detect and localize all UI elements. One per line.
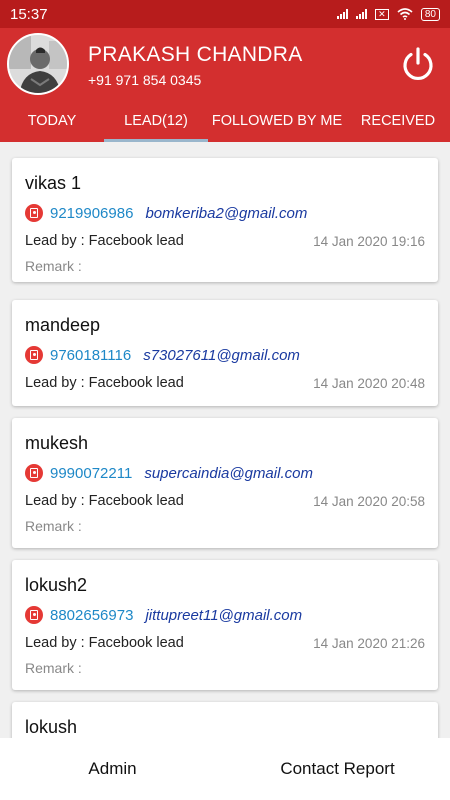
lead-date: 14 Jan 2020 20:58 (313, 494, 425, 509)
signal-icon-2 (355, 9, 367, 19)
contact-row: 9219906986 bomkeriba2@gmail.com (25, 204, 307, 222)
lead-name: lokush (25, 717, 78, 737)
lead-email[interactable]: supercaindia@gmail.com (144, 465, 313, 482)
lead-source: Lead by : Facebook lead (25, 233, 184, 249)
lead-list[interactable]: vikas 1 9219906986 bomkeriba2@gmail.com … (0, 142, 450, 738)
status-time: 15:37 (10, 5, 48, 23)
contact-row: 8802656973 jittupreet11@gmail.com (25, 606, 302, 624)
lead-source: Lead by : Facebook lead (25, 493, 184, 509)
status-bar: 15:37 ✕ 80 (0, 0, 450, 28)
admin-button[interactable]: Admin (0, 738, 225, 800)
signal-icon (336, 9, 348, 19)
lead-card[interactable]: vikas 1 9219906986 bomkeriba2@gmail.com … (12, 158, 438, 282)
lead-name: lokush2 (25, 575, 88, 595)
lead-name: mukesh (25, 433, 89, 453)
lead-card[interactable]: mandeep 9760181116 s73027611@gmail.com L… (12, 300, 438, 406)
status-icons: ✕ 80 (336, 7, 440, 21)
lead-remark: Remark : (25, 258, 82, 274)
lead-date: 14 Jan 2020 19:16 (313, 234, 425, 249)
lead-date: 14 Jan 2020 21:26 (313, 636, 425, 651)
lead-phone[interactable]: 9990072211 (50, 465, 132, 482)
lead-card[interactable]: lokush (12, 702, 438, 738)
avatar-photo (9, 35, 67, 93)
contact-icon (25, 464, 43, 482)
power-icon[interactable] (400, 46, 436, 82)
tab-followed-by-me[interactable]: FOLLOWED BY ME (208, 100, 346, 142)
lead-card[interactable]: lokush2 8802656973 jittupreet11@gmail.co… (12, 560, 438, 690)
battery-icon: 80 (420, 7, 440, 21)
contact-icon (25, 346, 43, 364)
lead-source: Lead by : Facebook lead (25, 375, 184, 391)
contact-row: 9990072211 supercaindia@gmail.com (25, 464, 313, 482)
lead-date: 14 Jan 2020 20:48 (313, 376, 425, 391)
tab-lead[interactable]: LEAD(12) (104, 100, 208, 142)
lead-remark: Remark : (25, 518, 82, 534)
lead-name: vikas 1 (25, 173, 82, 193)
tab-received[interactable]: RECEIVED (346, 100, 450, 142)
tab-bar: TODAY LEAD(12) FOLLOWED BY ME RECEIVED (0, 100, 450, 142)
lead-remark: Remark : (25, 660, 82, 676)
profile-phone: +91 971 854 0345 (88, 72, 202, 88)
contact-report-button[interactable]: Contact Report (225, 738, 450, 800)
profile-name: PRAKASH CHANDRA (88, 43, 303, 66)
lead-email[interactable]: bomkeriba2@gmail.com (145, 205, 307, 222)
lead-phone[interactable]: 8802656973 (50, 607, 133, 624)
bottom-nav: Admin Contact Report (0, 738, 450, 800)
avatar[interactable] (7, 33, 69, 95)
lead-source: Lead by : Facebook lead (25, 635, 184, 651)
lead-phone[interactable]: 9760181116 (50, 347, 131, 364)
lead-email[interactable]: jittupreet11@gmail.com (145, 607, 302, 624)
lead-name: mandeep (25, 315, 101, 335)
contact-icon (25, 606, 43, 624)
profile-header: PRAKASH CHANDRA +91 971 854 0345 (0, 28, 450, 100)
lead-phone[interactable]: 9219906986 (50, 205, 133, 222)
lead-card[interactable]: mukesh 9990072211 supercaindia@gmail.com… (12, 418, 438, 548)
contact-icon (25, 204, 43, 222)
wifi-icon (397, 8, 413, 20)
lead-email[interactable]: s73027611@gmail.com (143, 347, 300, 364)
tab-today[interactable]: TODAY (0, 100, 104, 142)
contact-row: 9760181116 s73027611@gmail.com (25, 346, 300, 364)
no-sim-icon: ✕ (374, 8, 389, 20)
